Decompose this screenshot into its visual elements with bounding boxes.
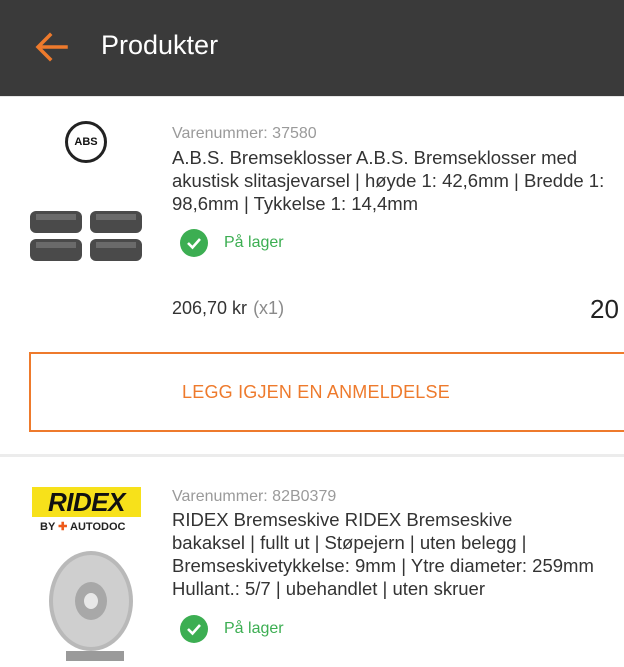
leave-review-label: LEGG IGJEN EN ANMELDELSE	[182, 381, 450, 402]
stock-status: På lager	[180, 615, 284, 643]
brake-pads-image	[30, 211, 142, 261]
unit-price: 206,70 kr (x1)	[172, 298, 284, 319]
product-name-line[interactable]: Bremseskivetykkelse: 9mm | Ytre diameter…	[172, 554, 594, 577]
page-title: Produkter	[101, 30, 219, 60]
product-card[interactable]: ABS Varenummer: 37580 A.B.S. Bremsekloss…	[0, 97, 624, 454]
check-icon	[180, 615, 208, 643]
app-header: Produkter	[0, 0, 624, 96]
sku-label: Varenummer: 37580	[172, 125, 317, 142]
price-value: 206,70 kr	[172, 298, 248, 318]
stock-label: På lager	[224, 234, 284, 251]
product-name-line[interactable]: bakaksel | fullt ut | Støpejern | uten b…	[172, 531, 526, 554]
plus-icon: ✚	[58, 521, 68, 533]
product-name-line[interactable]: RIDEX Bremseskive RIDEX Bremseskive	[172, 508, 512, 531]
byline-prefix: BY	[40, 521, 56, 533]
brake-disc-image	[49, 551, 133, 661]
stock-status: På lager	[180, 229, 284, 257]
sku-label: Varenummer: 82B0379	[172, 488, 337, 505]
arrow-left-icon[interactable]	[30, 26, 72, 68]
product-name-line[interactable]: 98,6mm | Tykkelse 1: 14,4mm	[172, 192, 418, 215]
leave-review-button[interactable]: LEGG IGJEN EN ANMELDELSE	[29, 352, 624, 432]
brand-logo-text: RIDEX	[48, 486, 125, 517]
product-card[interactable]: RIDEX BY ✚ AUTODOC Varenummer: 82B0379 R…	[0, 457, 624, 667]
brand-logo-abs: ABS	[65, 121, 107, 163]
check-icon	[180, 229, 208, 257]
product-name-line[interactable]: Hullant.: 5/7 | ubehandlet | uten skruer	[172, 577, 485, 600]
quantity-label: (x1)	[253, 298, 285, 318]
byline-suffix: AUTODOC	[70, 521, 126, 533]
brand-byline: BY ✚ AUTODOC	[40, 520, 125, 533]
product-name-line[interactable]: akustisk slitasjevarsel | høyde 1: 42,6m…	[172, 169, 604, 192]
total-price: 20	[590, 294, 619, 324]
brand-logo-ridex: RIDEX	[32, 487, 141, 517]
stock-label: På lager	[224, 620, 284, 637]
product-name-line[interactable]: A.B.S. Bremseklosser A.B.S. Bremseklosse…	[172, 146, 577, 169]
brand-logo-text: ABS	[74, 136, 98, 148]
